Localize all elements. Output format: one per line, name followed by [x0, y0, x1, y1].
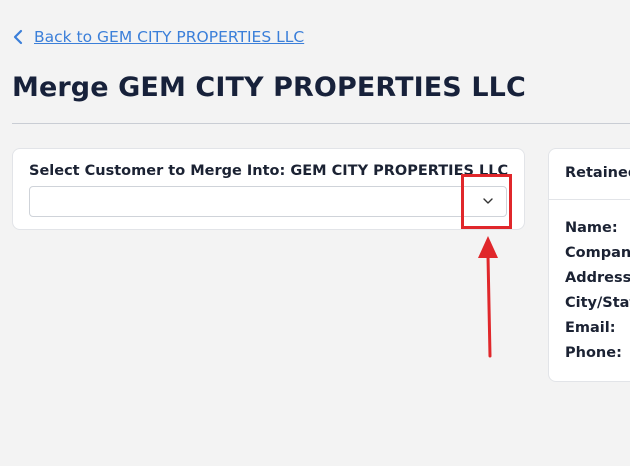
field-label-name: Name:: [565, 220, 618, 236]
field-label-city-state: City/State:: [565, 295, 630, 311]
retained-field-list: Name: Company: Address: City/State: Emai…: [565, 219, 630, 369]
field-label-phone: Phone:: [565, 345, 622, 361]
chevron-down-icon[interactable]: [482, 196, 494, 206]
back-link-label[interactable]: Back to GEM CITY PROPERTIES LLC: [34, 28, 304, 46]
merge-customer-page: Back to GEM CITY PROPERTIES LLC Merge GE…: [0, 0, 630, 466]
field-label-email: Email:: [565, 320, 616, 336]
field-label-company: Company:: [565, 245, 630, 261]
back-link[interactable]: Back to GEM CITY PROPERTIES LLC: [12, 28, 304, 46]
title-divider: [12, 123, 630, 124]
select-customer-label: Select Customer to Merge Into: GEM CITY …: [29, 163, 509, 179]
merge-select-card: Select Customer to Merge Into: GEM CITY …: [12, 148, 525, 230]
field-label-address: Address:: [565, 270, 630, 286]
retained-header: Retained: [565, 165, 630, 181]
customer-select-dropdown[interactable]: [29, 186, 507, 217]
chevron-left-icon: [13, 29, 23, 45]
retained-card: Retained Name: Company: Address: City/St…: [548, 148, 630, 382]
page-title: Merge GEM CITY PROPERTIES LLC: [12, 72, 526, 103]
retained-card-divider: [549, 199, 630, 200]
annotation-arrow-icon: [478, 236, 498, 358]
